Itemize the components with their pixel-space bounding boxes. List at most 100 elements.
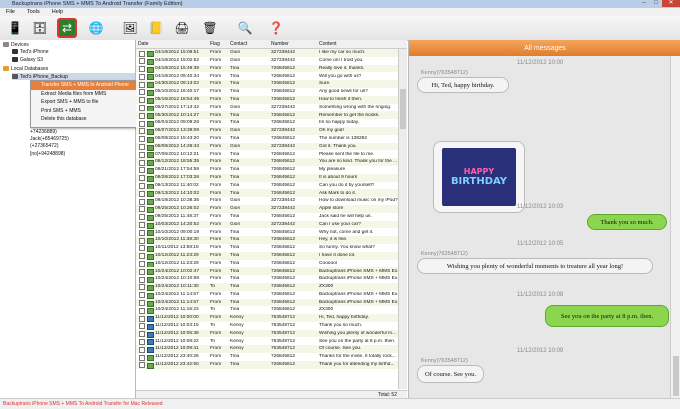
row-checkbox[interactable] (139, 253, 145, 260)
row-checkbox[interactable] (139, 198, 145, 205)
row-checkbox[interactable] (139, 292, 145, 299)
header-flag[interactable]: Flag (210, 41, 220, 47)
menu-tools[interactable]: Tools (21, 8, 46, 16)
table-scroll-thumb[interactable] (400, 89, 406, 129)
row-checkbox[interactable] (139, 66, 145, 73)
row-checkbox[interactable] (139, 307, 145, 314)
table-row[interactable]: 10/24/2012 10:11:30 To Tina 726845612 ZX300 (136, 282, 398, 291)
row-checkbox[interactable] (139, 167, 145, 174)
tree-device-iphone[interactable]: Ted's iPhone (12, 48, 48, 55)
menu-extract-media[interactable]: Extract Media files from MMS (31, 90, 153, 99)
delete-icon[interactable]: 🗑 (200, 18, 220, 38)
row-checkbox[interactable] (139, 354, 145, 361)
menu-delete-database[interactable]: Delete this database (31, 115, 153, 124)
menu-help[interactable]: Help (46, 8, 69, 16)
table-row[interactable]: 10/24/2012 11:14:57 From Tina 726845612 Back… (136, 298, 401, 307)
table-row[interactable]: 11/12/2012 10:08:22 To Kenny 763548712 See y… (136, 337, 398, 346)
row-checkbox[interactable] (139, 151, 145, 158)
row-checkbox[interactable] (139, 276, 145, 283)
table-row[interactable]: 09/25/2012 10:26:02 From Gion 327238442 Appl… (136, 204, 398, 213)
table-row[interactable]: 11/12/2012 10:00:00 From Kenny 763548712 Hi,… (136, 314, 398, 323)
row-checkbox[interactable] (139, 284, 145, 291)
table-row[interactable]: 07/06/2012 10:12:21 From Tina 726845612 Plea… (136, 150, 398, 159)
tree-contact-2[interactable]: Jack(+85469725) (30, 135, 69, 142)
row-checkbox[interactable] (139, 105, 145, 112)
row-checkbox[interactable] (139, 245, 145, 252)
conversation-scroll-thumb[interactable] (673, 356, 679, 396)
table-row[interactable]: 05/27/2012 17:13:42 From Gion 327238442 Some… (136, 104, 398, 112)
phone-icon[interactable]: 📱 (5, 18, 25, 38)
table-row[interactable]: 08/21/2012 17:54:59 From Tina 726845612 My p… (136, 166, 398, 174)
tree-device-galaxy[interactable]: Galaxy S3 (12, 56, 43, 63)
table-row[interactable]: 09/18/2012 10:38:36 From Gion 327238442 How … (136, 197, 398, 206)
row-checkbox[interactable] (139, 323, 145, 330)
table-row[interactable]: 04/30/2012 09:13:02 From Tina 726845612 Sure… (136, 80, 398, 89)
print-icon[interactable]: 🖨 (172, 18, 192, 38)
table-row[interactable]: 10/24/2012 11:15:23 To Tina 726845612 ZX300 (136, 306, 398, 315)
table-row[interactable]: 08/12/2012 18:55:35 From Tina 726845612 You … (136, 158, 398, 167)
menu-file[interactable]: File (0, 8, 21, 16)
table-row[interactable]: 06/04/2012 09:09:26 From Tina 726845612 Im s… (136, 119, 398, 128)
table-scrollbar[interactable] (398, 49, 407, 389)
minimize-button[interactable]: – (638, 0, 650, 7)
transfer-to-android-button[interactable]: ⇄ (57, 18, 77, 38)
search-icon[interactable]: 🔍 (235, 18, 255, 38)
tree-contact-1[interactable]: +74236889) (30, 128, 57, 135)
row-checkbox[interactable] (139, 222, 145, 229)
database-icon[interactable]: 🗄 (30, 18, 50, 38)
row-checkbox[interactable] (139, 128, 145, 135)
row-checkbox[interactable] (139, 362, 145, 369)
row-checkbox[interactable] (139, 214, 145, 221)
help-icon[interactable]: ❓ (266, 18, 286, 38)
table-row[interactable]: 06/08/2012 15:43:20 From Tina 726845612 The … (136, 135, 398, 143)
row-checkbox[interactable] (139, 315, 145, 322)
row-checkbox[interactable] (139, 120, 145, 127)
row-checkbox[interactable] (139, 136, 145, 143)
table-row[interactable]: 10/03/2012 14:20:52 From Gion 327238442 Can … (136, 220, 398, 229)
table-row[interactable]: 05/30/2012 10:14:27 From Tina 726845612 Reme… (136, 111, 398, 120)
table-row[interactable]: 10/24/2012 11:14:57 From Tina 726845612 Back… (136, 291, 401, 299)
table-row[interactable]: 10/12/2012 11:23:29 From Tina 726845612 Cooo… (136, 260, 398, 268)
header-number[interactable]: Number (271, 41, 289, 47)
table-row[interactable]: 09/25/2012 11:48:37 From Tina 726845612 Jack… (136, 213, 398, 221)
table-row[interactable]: 10/24/2012 10:02:47 From Tina 726845612 Back… (136, 267, 401, 276)
row-checkbox[interactable] (139, 229, 145, 236)
tree-local-databases[interactable]: Local Databases (3, 65, 48, 72)
table-row[interactable]: 11/12/2012 10:09:41 From Kenny 763548712 Of … (136, 345, 398, 354)
table-row[interactable]: 05/10/2012 16:40:17 From Tina 726845612 Any … (136, 88, 398, 96)
globe-icon[interactable]: 🌐 (86, 18, 106, 38)
table-row[interactable]: 10/10/2012 11:38:30 From Tina 726845612 Hey,… (136, 236, 398, 245)
close-button[interactable]: ✕ (662, 0, 680, 7)
row-checkbox[interactable] (139, 338, 145, 345)
row-checkbox[interactable] (139, 112, 145, 119)
header-contact[interactable]: Contact (230, 41, 247, 47)
row-checkbox[interactable] (139, 144, 145, 151)
menu-print[interactable]: Print SMS + MMS (31, 107, 153, 116)
maximize-button[interactable]: □ (650, 0, 662, 7)
export-icon[interactable]: 📒 (146, 18, 166, 38)
table-row[interactable]: 06/08/2012 14:26:43 From Gion 327238442 Got … (136, 142, 398, 151)
tree-contact-3[interactable]: (+27365472) (30, 142, 59, 149)
table-row[interactable]: 09/13/2012 14:10:02 From Tina 726845612 Ask … (136, 189, 398, 198)
table-row[interactable]: 09/13/2012 11:40:02 From Tina 726845612 Can … (136, 182, 398, 190)
tree-devices[interactable]: Devices (3, 41, 29, 48)
row-checkbox[interactable] (139, 237, 145, 244)
extract-media-icon[interactable]: 🖼 (120, 18, 140, 38)
row-checkbox[interactable] (139, 50, 145, 57)
table-row[interactable]: 11/12/2012 10:03:15 To Kenny 763548712 Thank… (136, 322, 398, 330)
header-date[interactable]: Date (138, 41, 149, 47)
table-row[interactable]: 11/12/2012 23:42:50 From Tina 726845612 Than… (136, 360, 398, 369)
row-checkbox[interactable] (139, 89, 145, 96)
table-row[interactable]: 04/18/2012 15:08:51 From Gion 327238442 I li… (136, 49, 398, 57)
table-row[interactable]: 06/07/2012 13:39:09 From Gion 327238442 Oh m… (136, 126, 398, 135)
tree-backup[interactable]: Ted's iPhone_Backup (12, 73, 135, 80)
row-checkbox[interactable] (139, 261, 145, 268)
table-row[interactable]: 10/24/2012 10:10:58 From Tina 726845612 Back… (136, 275, 401, 284)
row-checkbox[interactable] (139, 175, 145, 182)
header-content[interactable]: Content (319, 41, 337, 47)
conversation-scrollbar[interactable] (670, 56, 680, 398)
tree-contact-4[interactable]: [no]+94248898) (30, 150, 65, 157)
row-checkbox[interactable] (139, 300, 145, 306)
row-checkbox[interactable] (139, 81, 145, 88)
menu-transfer-to-android[interactable]: Transfer SMS + MMS to Android Phone (31, 81, 153, 90)
